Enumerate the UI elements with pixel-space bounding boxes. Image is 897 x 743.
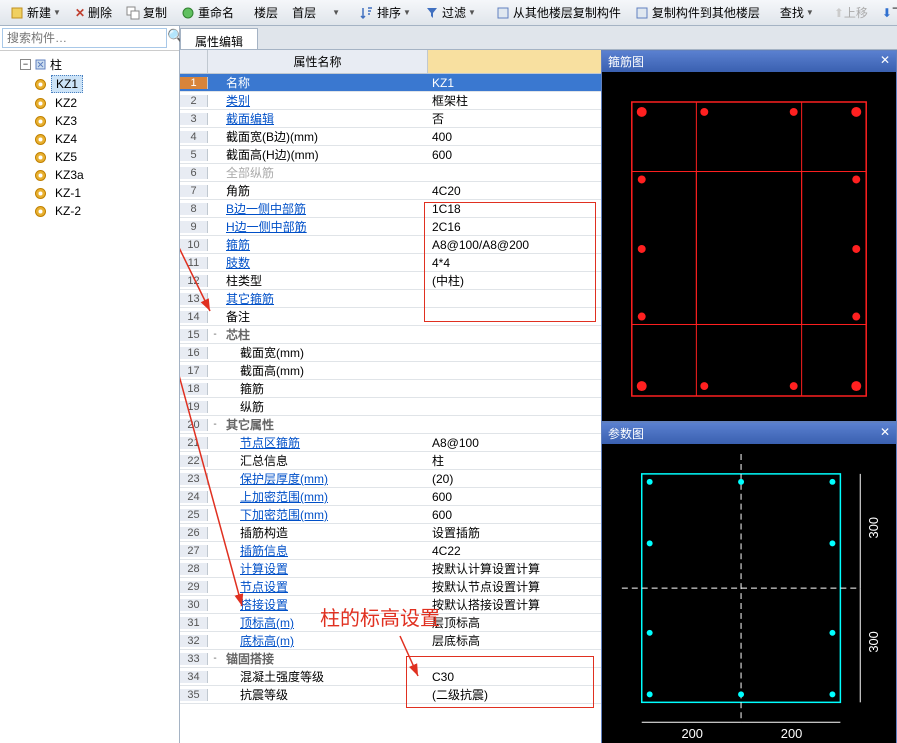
move-up-button[interactable]: ⬆上移 xyxy=(828,2,874,23)
prop-name: 锚固搭接 xyxy=(222,650,428,667)
prop-name: 顶标高(m) xyxy=(222,614,428,631)
prop-name: 全部纵筋 xyxy=(222,164,428,181)
tree-root-column[interactable]: − 柱 xyxy=(6,55,177,74)
prop-name: 柱类型 xyxy=(222,272,428,289)
svg-text:200: 200 xyxy=(681,726,703,741)
floor-dropdown[interactable]: ▼ xyxy=(324,6,346,19)
panel-close-icon[interactable]: ✕ xyxy=(880,425,890,442)
prop-name: 节点设置 xyxy=(222,578,428,595)
svg-text:300: 300 xyxy=(866,517,881,539)
copy-button[interactable]: 复制 xyxy=(120,2,173,23)
param-diagram-panel: 参数图 ✕ 200 200 300 300 xyxy=(601,422,897,743)
prop-name: 箍筋 xyxy=(222,236,428,253)
tree-item-KZ5[interactable]: KZ5 xyxy=(34,148,177,166)
prop-name: 混凝土强度等级 xyxy=(222,668,428,685)
new-button[interactable]: 新建▼ xyxy=(4,2,67,23)
prop-name: 其它属性 xyxy=(222,416,428,433)
tree-item-KZ2[interactable]: KZ2 xyxy=(34,94,177,112)
prop-name: 插筋信息 xyxy=(222,542,428,559)
tree-root-label: 柱 xyxy=(50,56,62,73)
prop-name: 纵筋 xyxy=(222,398,428,415)
prop-name: 抗震等级 xyxy=(222,686,428,703)
prop-name: 截面编辑 xyxy=(222,110,428,127)
tree-item-KZ4[interactable]: KZ4 xyxy=(34,130,177,148)
sort-button[interactable]: 排序▼ xyxy=(354,2,417,23)
copy-from-floor-button[interactable]: 从其他楼层复制构件 xyxy=(490,2,627,23)
prop-name: 插筋构造 xyxy=(222,524,428,541)
prop-name: 上加密范围(mm) xyxy=(222,488,428,505)
delete-button[interactable]: ✕删除 xyxy=(69,2,118,23)
tree-item-KZ3a[interactable]: KZ3a xyxy=(34,166,177,184)
prop-name: 其它箍筋 xyxy=(222,290,428,307)
sidebar: 🔍 − 柱 KZ1KZ2KZ3KZ4KZ5KZ3aKZ-1KZ-2 xyxy=(0,26,180,743)
prop-name: 肢数 xyxy=(222,254,428,271)
tree-item-KZ-1[interactable]: KZ-1 xyxy=(34,184,177,202)
stirrup-diagram-panel: 箍筋图 ✕ xyxy=(601,50,897,422)
search-input[interactable] xyxy=(2,28,167,48)
prop-name: 截面高(mm) xyxy=(222,362,428,379)
prop-name: 截面宽(mm) xyxy=(222,344,428,361)
floor-button[interactable]: 楼层 xyxy=(248,2,284,23)
rename-button[interactable]: 重命名 xyxy=(175,2,240,23)
prop-name: 芯柱 xyxy=(222,326,428,343)
prop-name: 节点区箍筋 xyxy=(222,434,428,451)
component-tree[interactable]: − 柱 KZ1KZ2KZ3KZ4KZ5KZ3aKZ-1KZ-2 xyxy=(0,51,179,743)
tree-item-KZ-2[interactable]: KZ-2 xyxy=(34,202,177,220)
tree-item-KZ1[interactable]: KZ1 xyxy=(34,74,177,94)
param-diagram-title: 参数图 xyxy=(608,425,644,442)
prop-name: 汇总信息 xyxy=(222,452,428,469)
prop-name: 类别 xyxy=(222,92,428,109)
main-panel: 属性编辑 属性名称 属性值 附加 1名称KZ12类别框架柱3截面编辑否4截面宽(… xyxy=(180,26,897,743)
prop-name: 计算设置 xyxy=(222,560,428,577)
param-diagram: 200 200 300 300 xyxy=(602,444,896,743)
prop-name: B边一侧中部筋 xyxy=(222,200,428,217)
prop-name: 箍筋 xyxy=(222,380,428,397)
tree-item-KZ3[interactable]: KZ3 xyxy=(34,112,177,130)
copy-to-floor-button[interactable]: 复制构件到其他楼层 xyxy=(629,2,766,23)
prop-name: 截面高(H边)(mm) xyxy=(222,146,428,163)
prop-name: 底标高(m) xyxy=(222,632,428,649)
filter-button[interactable]: 过滤▼ xyxy=(419,2,482,23)
prop-name: 保护层厚度(mm) xyxy=(222,470,428,487)
prop-name: 截面宽(B边)(mm) xyxy=(222,128,428,145)
prop-name: 名称 xyxy=(222,74,428,91)
prop-name: 下加密范围(mm) xyxy=(222,506,428,523)
tab-properties[interactable]: 属性编辑 xyxy=(180,28,258,49)
move-down-button[interactable]: ⬇下移 xyxy=(876,2,897,23)
stirrup-diagram xyxy=(602,72,896,424)
prop-name: 备注 xyxy=(222,308,428,325)
first-floor-button[interactable]: 首层 xyxy=(286,2,322,23)
prop-name: H边一侧中部筋 xyxy=(222,218,428,235)
stirrup-diagram-title: 箍筋图 xyxy=(608,53,644,70)
find-button[interactable]: 查找▼ xyxy=(774,2,820,23)
collapse-icon[interactable]: − xyxy=(20,59,31,70)
col-header-name: 属性名称 xyxy=(208,50,428,73)
prop-name: 搭接设置 xyxy=(222,596,428,613)
svg-text:300: 300 xyxy=(866,631,881,653)
panel-close-icon[interactable]: ✕ xyxy=(880,53,890,70)
svg-text:200: 200 xyxy=(781,726,803,741)
toolbar: 新建▼ ✕删除 复制 重命名 楼层 首层 ▼ 排序▼ 过滤▼ 从其他楼层复制构件… xyxy=(0,0,897,26)
prop-name: 角筋 xyxy=(222,182,428,199)
